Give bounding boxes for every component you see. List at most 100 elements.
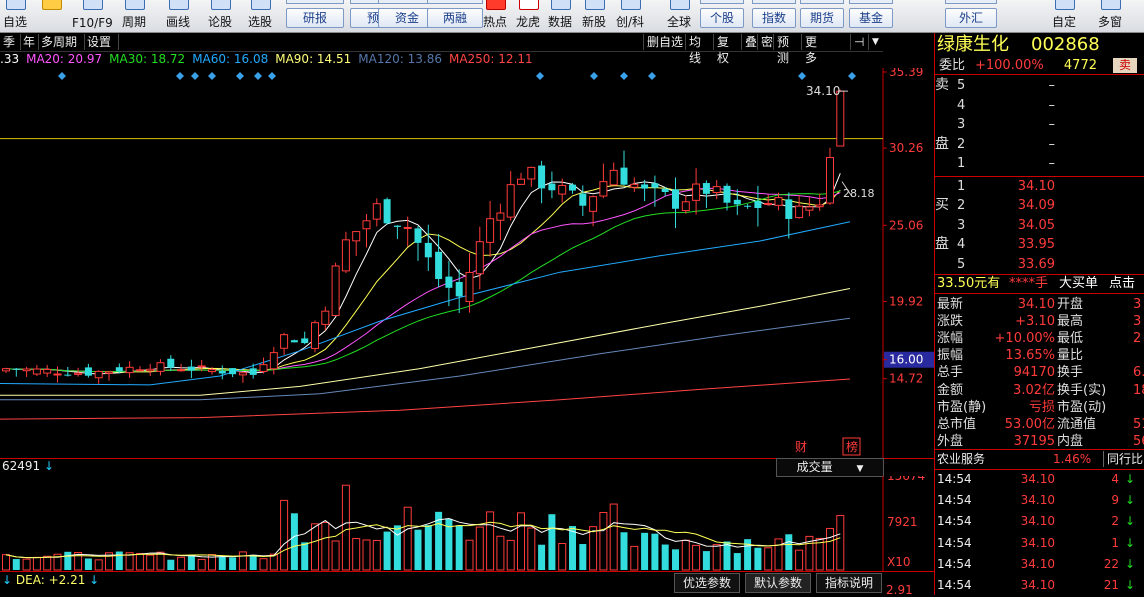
buy-level-row[interactable]: 3 34.05 [935, 217, 1144, 234]
toolbar-item[interactable]: F10/F9 [72, 0, 113, 32]
quote-value: 53.00亿 [1004, 416, 1055, 432]
toolbar-item[interactable]: 创/科 [613, 0, 647, 32]
tick-row: 14:54 34.10 2 ↓ [935, 513, 1144, 530]
candle [826, 147, 834, 205]
sell-button[interactable]: 卖 [1113, 58, 1137, 73]
toolbar-button-top[interactable] [945, 0, 997, 4]
svg-text:25.06: 25.06 [889, 218, 923, 232]
finance-flag[interactable]: 财 [795, 440, 807, 454]
forex-button[interactable]: 外汇 [945, 8, 997, 28]
toolbar-item[interactable]: 热点 [481, 0, 509, 32]
tick-price: 34.10 [1020, 514, 1055, 529]
volume-bar [712, 544, 721, 571]
candle [630, 177, 639, 192]
buy-level-row[interactable]: 1 34.10 [935, 178, 1144, 195]
toolbar-item[interactable]: 数据 [546, 0, 574, 32]
toolbar-button-top[interactable] [752, 0, 796, 4]
buy-level-row[interactable]: 5 33.69 [935, 256, 1144, 273]
toolbar-item[interactable]: 龙虎 [514, 0, 542, 32]
ma-legend: .33 MA20: 20.97 MA30: 18.72 MA60: 16.08 MA90… [0, 52, 883, 68]
chart-tool-right-0[interactable]: 删自选 [643, 34, 686, 50]
multi-window-button[interactable]: 多窗 [1092, 0, 1128, 32]
toolbar-button-top[interactable] [700, 0, 744, 4]
toolbar-button[interactable]: 两融 [427, 8, 483, 28]
more-dropdown-icon[interactable]: ▼ [868, 34, 885, 50]
volume-axis-label: X10 [887, 555, 911, 569]
toolbar-button-top[interactable] [286, 0, 344, 4]
volume-bar [187, 554, 195, 570]
candle [496, 203, 505, 241]
candle [22, 366, 31, 377]
toolbar-button[interactable]: 指数 [752, 8, 796, 28]
signal-marker-icon [590, 72, 598, 80]
toolbar-button-top[interactable] [800, 0, 844, 4]
candle [527, 166, 536, 187]
toolbar-item[interactable]: 论股 [202, 0, 238, 32]
candle [672, 177, 679, 229]
signal-marker-icon [268, 72, 276, 80]
chart-tool-right-3[interactable]: 叠 [741, 34, 758, 50]
quote-value: 56 [1133, 433, 1144, 449]
toolbar-icon [6, 0, 26, 10]
chart-tool-0[interactable]: 季 [0, 34, 21, 50]
kline-chart[interactable]: 35.39 30.26 25.06 19.92 16.00 14.72 34.10 28.18… [0, 68, 934, 458]
chart-tool-right-6[interactable]: 更多 [801, 34, 830, 65]
chart-tool-2[interactable]: 多周期 [38, 34, 85, 50]
volume-bar [197, 558, 206, 571]
toolbar-button[interactable]: 研报 [286, 8, 344, 28]
signal-marker-icon [236, 72, 244, 80]
volume-indicator-select[interactable]: 成交量 ▼ [776, 458, 884, 477]
quote-label: 金额 [937, 382, 964, 398]
candle [620, 150, 628, 186]
toolbar-item[interactable]: 周期 [116, 0, 152, 32]
quote-label: 市盈(静) [937, 399, 987, 415]
toolbar-button[interactable]: 期货 [800, 8, 844, 28]
chart-tool-right-5[interactable]: 预测 [773, 34, 802, 65]
buy-book-label: 买 [935, 197, 949, 214]
chart-tool-right-4[interactable]: 密 [757, 34, 774, 50]
quote-row: 市盈(静) 亏损 市盈(动) [935, 399, 1144, 416]
chart-tool-right-2[interactable]: 复权 [713, 34, 742, 65]
toolbar-button[interactable]: 个股 [700, 8, 744, 28]
buy-level-row[interactable]: 买 2 34.09 [935, 197, 1144, 214]
candle [383, 197, 391, 225]
sell-level-row: 卖 5 – [935, 77, 1144, 94]
volume-chart: 15674 7921 X10 [2, 476, 925, 572]
volume-bar [424, 525, 432, 570]
rank-flag[interactable]: 榜 [846, 439, 858, 454]
ma-legend-item: MA60: 16.08 [192, 52, 269, 66]
tick-price: 34.10 [1020, 578, 1055, 592]
candle [32, 365, 41, 376]
toolbar-item[interactable]: 全球 [665, 0, 693, 32]
custom-button[interactable]: 自定 [1046, 0, 1082, 32]
chart-tool-right-1[interactable]: 均线 [685, 34, 714, 65]
toolbar-item[interactable] [36, 0, 66, 32]
toolbar-button[interactable]: 基金 [849, 8, 893, 28]
toolbar-item[interactable]: 自选 [0, 0, 30, 32]
optimal-params-tab[interactable]: 优选参数 [674, 573, 741, 593]
candle [754, 185, 762, 227]
volume-bar [569, 526, 576, 570]
candle [414, 225, 422, 261]
buy-level-row[interactable]: 盘 4 33.95 [935, 236, 1144, 253]
signal-marker-icon [648, 72, 656, 80]
ma5-line [5, 173, 841, 375]
toolbar-button-top[interactable] [849, 0, 893, 4]
toolbar-item-label: 新股 [581, 15, 606, 29]
chart-tool-1[interactable]: 年 [20, 34, 39, 50]
big-order-row[interactable]: 33.50元有 ****手 大买单 点击 [935, 275, 1144, 292]
toolbar-item-label: 数据 [547, 15, 572, 29]
buy-level: 4 [957, 237, 966, 253]
buy-price: 33.95 [1017, 237, 1055, 253]
chart-tool-3[interactable]: 设置 [84, 34, 119, 50]
toolbar-item[interactable]: 画线 [160, 0, 196, 32]
toolbar-item[interactable]: 新股 [580, 0, 608, 32]
toolbar-item[interactable]: 选股 [242, 0, 278, 32]
indicator-help-tab[interactable]: 指标说明 [816, 573, 883, 593]
default-params-tab[interactable]: 默认参数 [745, 573, 812, 593]
candle [712, 179, 721, 200]
toolbar-item-label: 创/科 [615, 15, 645, 29]
sector-row[interactable]: 农业服务 1.46% 同行比 [935, 451, 1144, 468]
volume-bar [620, 532, 628, 570]
toolbar-button-top[interactable] [427, 0, 483, 4]
